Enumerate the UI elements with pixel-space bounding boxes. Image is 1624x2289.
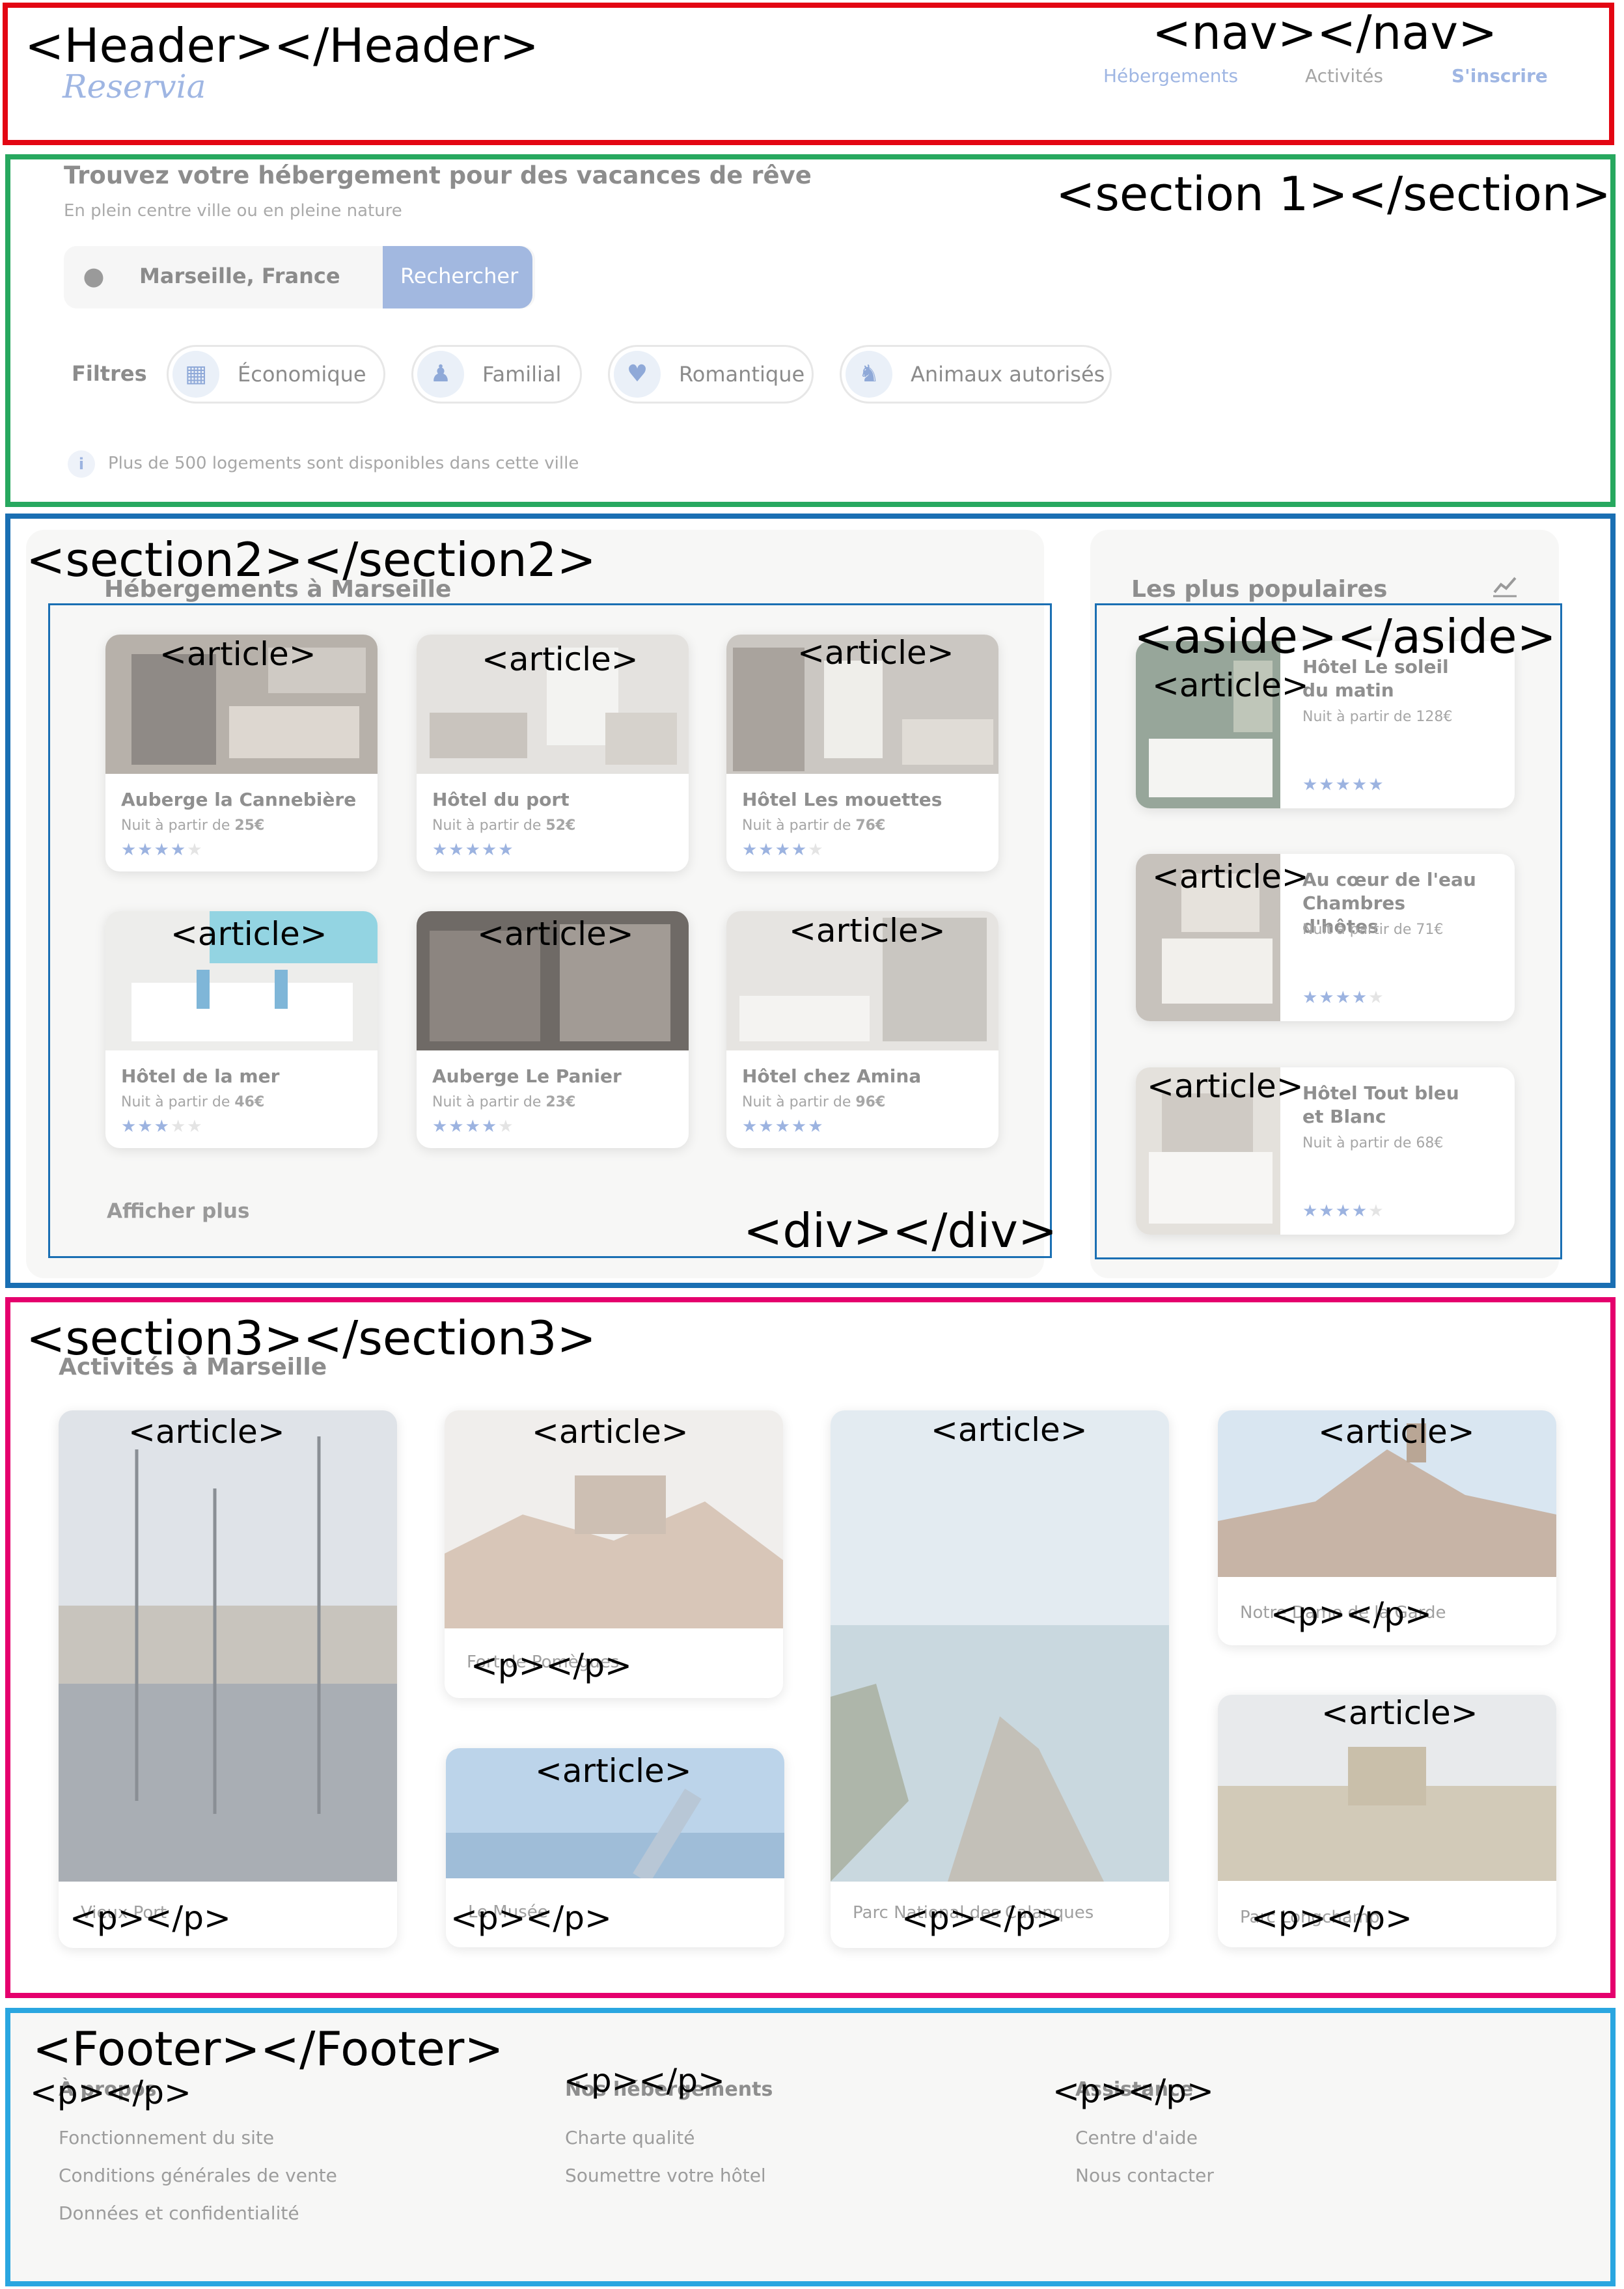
hotel-price: Nuit à partir de 76€	[742, 817, 886, 834]
hotel-price: Nuit à partir de 25€	[121, 817, 265, 834]
filter-economique[interactable]: ▦ Économique	[167, 345, 385, 404]
p-annotation: <p></p>	[564, 2062, 725, 2100]
p-annotation: <p></p>	[901, 1899, 1063, 1937]
article-annotation: <article>	[482, 640, 639, 678]
p-annotation: <p></p>	[471, 1647, 632, 1684]
activity-card-vieux-port[interactable]: Vieux Port	[59, 1410, 397, 1948]
rating-stars: ★★★★★	[742, 840, 825, 860]
article-annotation: <article>	[532, 1413, 689, 1451]
article-annotation: <article>	[171, 915, 327, 953]
section1-annotation: <section 1></section>	[1056, 167, 1611, 221]
filter-label: Familial	[482, 362, 562, 387]
article-annotation: <article>	[1147, 1067, 1304, 1105]
p-annotation: <p></p>	[1251, 1899, 1412, 1937]
article-annotation: <article>	[128, 1413, 285, 1451]
populaires-title: Les plus populaires	[1131, 576, 1388, 603]
article-annotation: <article>	[1318, 1413, 1475, 1451]
show-more-link[interactable]: Afficher plus	[107, 1199, 249, 1223]
aside-annotation: <aside></aside>	[1134, 609, 1556, 664]
filter-animaux[interactable]: ♞ Animaux autorisés	[840, 345, 1112, 404]
filter-label: Économique	[238, 362, 366, 387]
hotel-name: Auberge Le Panier	[432, 1065, 622, 1087]
hotel-name: Hôtel Tout bleu et Blanc	[1302, 1082, 1459, 1127]
hotel-name: Hôtel du port	[432, 789, 570, 810]
article-annotation: <article>	[477, 915, 634, 953]
article-annotation: <article>	[1321, 1694, 1478, 1732]
nav-link-activites[interactable]: Activités	[1305, 65, 1383, 87]
hotel-price: Nuit à partir de 23€	[432, 1094, 576, 1110]
filter-romantique[interactable]: ♥ Romantique	[608, 345, 814, 404]
hotel-name: Hôtel chez Amina	[742, 1065, 922, 1087]
family-icon: ♟	[417, 351, 464, 398]
activity-photo	[59, 1410, 397, 1882]
info-icon: i	[68, 450, 95, 478]
rating-stars: ★★★★★	[432, 1117, 515, 1136]
filter-label: Romantique	[679, 362, 805, 387]
search-title: Trouvez votre hébergement pour des vacan…	[64, 161, 812, 189]
footer-link[interactable]: Fonctionnement du site	[59, 2127, 274, 2148]
dog-icon: ♞	[846, 351, 892, 398]
nav-link-inscrire[interactable]: S'inscrire	[1452, 65, 1548, 87]
article-annotation: <article>	[789, 912, 946, 950]
trend-chart-svg	[1493, 577, 1517, 597]
footer-link[interactable]: Nous contacter	[1075, 2165, 1214, 2186]
p-annotation: <p></p>	[70, 1899, 231, 1937]
header-annotation: <Header></Header>	[25, 18, 539, 73]
trend-chart-icon[interactable]	[1492, 573, 1518, 599]
nav-annotation: <nav></nav>	[1152, 5, 1498, 60]
money-icon: ▦	[172, 351, 219, 398]
p-annotation: <p></p>	[1053, 2072, 1214, 2110]
hotel-price: Nuit à partir de 128€	[1302, 709, 1453, 725]
article-annotation: <article>	[535, 1752, 692, 1790]
footer-link[interactable]: Données et confidentialité	[59, 2202, 299, 2224]
section2-annotation: <section2></section2>	[26, 532, 596, 587]
hotel-price: Nuit à partir de 52€	[432, 817, 576, 834]
p-annotation: <p></p>	[30, 2074, 191, 2111]
rating-stars: ★★★★★	[432, 840, 515, 860]
filters-label: Filtres	[72, 361, 147, 386]
article-annotation: <article>	[159, 635, 316, 673]
footer-link[interactable]: Centre d'aide	[1075, 2127, 1198, 2148]
hotel-name: Hôtel de la mer	[121, 1065, 280, 1087]
location-pin-icon: ●	[83, 262, 105, 290]
footer-link[interactable]: Charte qualité	[565, 2127, 695, 2148]
site-logo[interactable]: Reservia	[62, 68, 206, 105]
heart-icon: ♥	[614, 351, 661, 398]
article-annotation: <article>	[1152, 858, 1309, 896]
article-annotation: <article>	[931, 1411, 1088, 1449]
article-annotation: <article>	[797, 634, 954, 672]
p-annotation: <p></p>	[1271, 1595, 1432, 1633]
filter-familial[interactable]: ♟ Familial	[411, 345, 582, 404]
hotel-price: Nuit à partir de 71€	[1302, 922, 1444, 938]
rating-stars: ★★★★★	[1302, 988, 1385, 1007]
rating-stars: ★★★★★	[121, 840, 204, 860]
hotel-price: Nuit à partir de 46€	[121, 1094, 265, 1110]
rating-stars: ★★★★★	[1302, 1201, 1385, 1221]
footer-annotation: <Footer></Footer>	[33, 2022, 504, 2076]
article-annotation: <article>	[1152, 666, 1309, 704]
div-annotation: <div></div>	[743, 1203, 1058, 1258]
hotel-price: Nuit à partir de 96€	[742, 1094, 886, 1110]
location-input[interactable]: Marseille, France	[139, 264, 340, 288]
search-subtitle: En plein centre ville ou en pleine natur…	[64, 201, 402, 221]
filter-label: Animaux autorisés	[911, 362, 1105, 387]
hotel-name: Auberge la Cannebière	[121, 789, 357, 810]
search-button-label: Rechercher	[400, 264, 519, 288]
p-annotation: <p></p>	[450, 1899, 612, 1937]
hotel-name: Hôtel Les mouettes	[742, 789, 943, 810]
nav-link-hebergements[interactable]: Hébergements	[1103, 65, 1238, 87]
activity-photo	[831, 1410, 1169, 1882]
footer-link[interactable]: Soumettre votre hôtel	[565, 2165, 766, 2186]
rating-stars: ★★★★★	[742, 1117, 825, 1136]
section3-annotation: <section3></section3>	[26, 1311, 596, 1365]
rating-stars: ★★★★★	[121, 1117, 204, 1136]
info-text: Plus de 500 logements sont disponibles d…	[108, 454, 579, 473]
hotel-price: Nuit à partir de 68€	[1302, 1135, 1444, 1151]
rating-stars: ★★★★★	[1302, 775, 1385, 795]
activity-card-calanques[interactable]: Parc National des Calanques	[831, 1410, 1169, 1948]
footer-link[interactable]: Conditions générales de vente	[59, 2165, 337, 2186]
